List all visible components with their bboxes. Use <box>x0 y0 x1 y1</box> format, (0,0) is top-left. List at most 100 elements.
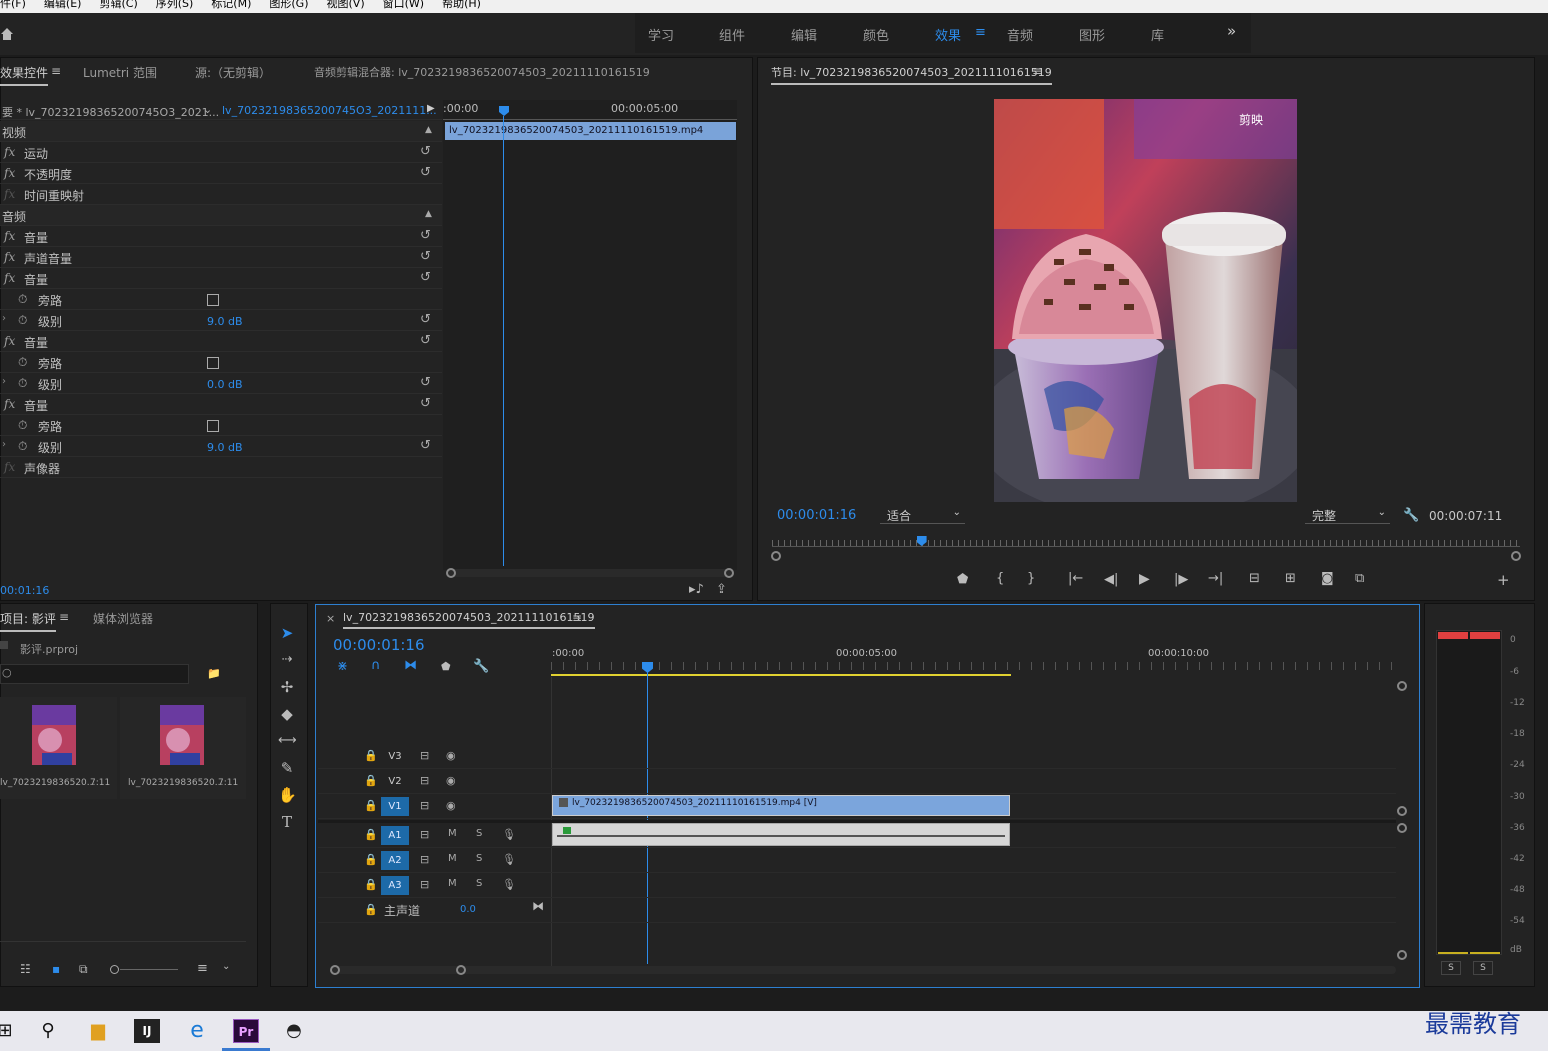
track-name[interactable]: V2 <box>381 772 409 791</box>
premiere-pro-icon[interactable]: Pr <box>233 1019 259 1043</box>
audio-clip[interactable] <box>552 823 1010 846</box>
master-volume-value[interactable]: 0.0 <box>460 904 476 915</box>
play-small-icon[interactable]: ▶ <box>427 103 435 114</box>
effect-row-fx[interactable]: fx 声道音量 ↺ <box>0 247 442 268</box>
chevron-down-icon[interactable]: ⌄ <box>203 103 212 116</box>
ws-menu-icon[interactable]: ≡ <box>975 25 986 40</box>
extract-icon[interactable]: ⊞ <box>1285 571 1296 586</box>
ws-libraries[interactable]: 库 <box>1151 25 1164 44</box>
vertical-scrollbar[interactable] <box>1396 680 1408 964</box>
fx-toggle-icon[interactable]: fx <box>4 271 15 285</box>
effect-row-level[interactable]: › ⏱ 级别 9.0 dB ↺ <box>0 436 442 457</box>
reset-icon[interactable]: ↺ <box>420 165 431 180</box>
effect-row-bypass[interactable]: ⏱ 旁路 <box>0 352 442 373</box>
microphone-icon[interactable]: 🎙 <box>502 853 516 866</box>
track-name[interactable]: A2 <box>381 851 409 870</box>
reset-icon[interactable]: ↺ <box>420 375 431 390</box>
sync-lock-icon[interactable]: ⊟ <box>420 878 429 891</box>
ws-more-icon[interactable]: » <box>1227 22 1236 40</box>
chevron-right-icon[interactable]: › <box>2 313 6 324</box>
project-menu-icon[interactable]: ≡ <box>59 610 69 624</box>
effect-row-fx[interactable]: fx 运动 ↺ <box>0 142 442 163</box>
ws-effects[interactable]: 效果 <box>935 25 961 44</box>
mute-button[interactable]: M <box>448 828 457 839</box>
effect-row-bypass[interactable]: ⏱ 旁路 <box>0 415 442 436</box>
list-view-icon[interactable]: ☷ <box>20 962 31 976</box>
mute-button[interactable]: M <box>448 853 457 864</box>
sync-lock-icon[interactable]: ⊟ <box>420 799 429 812</box>
program-menu-icon[interactable]: ≡ <box>1032 64 1042 78</box>
project-search-input[interactable]: ○ <box>0 664 189 684</box>
file-explorer-icon[interactable]: ▆ <box>85 1019 111 1043</box>
track-name[interactable]: A1 <box>381 826 409 845</box>
lock-icon[interactable]: 🔒 <box>364 903 378 916</box>
tab-lumetri-scopes[interactable]: Lumetri 范围 <box>83 64 157 81</box>
menu-clip[interactable]: 剪辑(C) <box>99 0 137 11</box>
eye-icon[interactable]: ◉ <box>446 799 456 812</box>
level-value[interactable]: 0.0 dB <box>207 378 243 391</box>
video-clip[interactable]: lv_7023219836520074503_20211110161519.mp… <box>552 795 1010 816</box>
solo-button[interactable]: S <box>476 853 482 864</box>
tab-media-browser[interactable]: 媒体浏览器 <box>93 610 153 627</box>
scroll-handle-right[interactable] <box>724 568 734 578</box>
tab-audio-clip-mixer[interactable]: 音频剪辑混合器: lv_7023219836520074503_20211110… <box>314 64 650 80</box>
program-title[interactable]: 节目: lv_7023219836520074503_2021111016151… <box>771 64 1052 85</box>
effect-clip-bar[interactable]: lv_7023219836520074503_20211110161519.mp… <box>445 122 736 140</box>
menu-marker[interactable]: 标记(M) <box>211 0 251 11</box>
snap-icon[interactable]: ∩ <box>371 658 381 673</box>
ws-assembly[interactable]: 组件 <box>719 25 745 44</box>
sync-lock-icon[interactable]: ⊟ <box>420 749 429 762</box>
fx-toggle-icon[interactable]: fx <box>4 187 15 201</box>
clip-indicator-right[interactable] <box>1470 632 1500 639</box>
mute-button[interactable]: M <box>448 878 457 889</box>
eye-icon[interactable]: ◉ <box>446 774 456 787</box>
add-marker-icon[interactable]: ⬟ <box>957 572 968 587</box>
sequence-menu-icon[interactable]: ≡ <box>572 611 582 625</box>
lock-icon[interactable]: 🔒 <box>364 774 378 787</box>
menu-file[interactable]: 件(F) <box>0 0 26 11</box>
effect-row-fx[interactable]: fx 声像器 <box>0 457 442 478</box>
bypass-checkbox[interactable] <box>207 294 219 306</box>
solo-button[interactable]: S <box>476 828 482 839</box>
razor-tool-icon[interactable]: ◆ <box>278 705 296 723</box>
fx-toggle-icon[interactable]: fx <box>4 229 15 243</box>
chevron-down-icon[interactable]: ⌄ <box>222 961 230 972</box>
scroll-handle-left[interactable] <box>446 568 456 578</box>
lock-icon[interactable]: 🔒 <box>364 853 378 866</box>
sync-lock-icon[interactable]: ⊟ <box>420 828 429 841</box>
step-forward-icon[interactable]: |▶ <box>1174 572 1188 587</box>
reset-icon[interactable]: ↺ <box>420 270 431 285</box>
effect-row-bypass[interactable]: ⏱ 旁路 <box>0 289 442 310</box>
lock-icon[interactable]: 🔒 <box>364 749 378 762</box>
tab-effect-controls[interactable]: 效果控件 <box>0 64 49 86</box>
track-select-tool-icon[interactable]: ⇢ <box>278 651 296 669</box>
tab-project[interactable]: 项目: 影评 <box>0 610 56 632</box>
lock-icon[interactable]: 🔒 <box>364 878 378 891</box>
track-name[interactable]: A3 <box>381 876 409 895</box>
reset-icon[interactable]: ↺ <box>420 312 431 327</box>
track-name[interactable]: V3 <box>381 747 409 766</box>
effect-row-section[interactable]: 音频 ▲ <box>0 205 442 226</box>
selection-tool-icon[interactable]: ➤ <box>278 624 296 642</box>
timeline-settings-icon[interactable]: 🔧 <box>473 659 489 674</box>
stopwatch-icon[interactable]: ⏱ <box>18 418 27 433</box>
menu-graphics[interactable]: 图形(G) <box>269 0 308 11</box>
menu-help[interactable]: 帮助(H) <box>442 0 481 11</box>
lock-icon[interactable]: 🔒 <box>364 828 378 841</box>
add-button-icon[interactable]: + <box>1497 571 1510 589</box>
reset-icon[interactable]: ↺ <box>420 249 431 264</box>
effect-row-section[interactable]: 视频 ▲ <box>0 121 442 142</box>
stopwatch-icon[interactable]: ⏱ <box>18 355 27 370</box>
stopwatch-icon[interactable]: ⏱ <box>18 439 27 454</box>
effect-row-fx[interactable]: fx 不透明度 ↺ <box>0 163 442 184</box>
search-icon[interactable]: ⚲ <box>35 1019 61 1043</box>
program-scrubber[interactable] <box>772 538 1520 550</box>
go-to-end-icon[interactable]: ⧓ <box>532 899 544 913</box>
bypass-checkbox[interactable] <box>207 420 219 432</box>
type-tool-icon[interactable]: T <box>278 813 296 831</box>
menu-view[interactable]: 视图(V) <box>327 0 365 11</box>
lock-icon[interactable]: 🔒 <box>364 799 378 812</box>
ws-editing[interactable]: 编辑 <box>791 25 817 44</box>
timeline-h-scrollbar[interactable] <box>330 965 1396 975</box>
reset-icon[interactable]: ↺ <box>420 333 431 348</box>
